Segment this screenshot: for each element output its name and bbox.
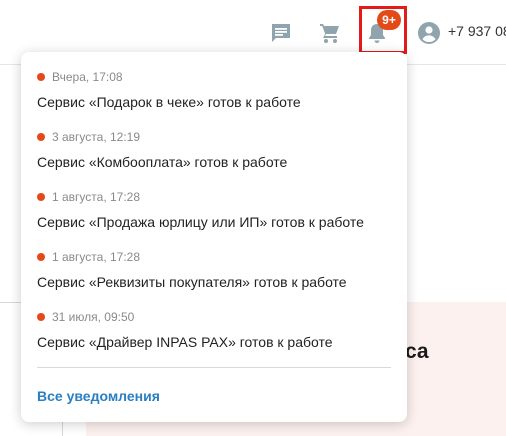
phone-number[interactable]: +7 937 08 — [448, 23, 506, 39]
divider — [0, 302, 22, 303]
notification-message: Сервис «Драйвер INPAS PAX» готов к работ… — [37, 334, 333, 350]
all-notifications-link[interactable]: Все уведомления — [37, 388, 160, 404]
background-card-title: са — [405, 340, 429, 363]
notification-count-badge: 9+ — [377, 10, 401, 30]
notifications-popup: Вчера, 17:08 Сервис «Подарок в чеке» гот… — [21, 52, 407, 422]
notification-item[interactable]: Вчера, 17:08 Сервис «Подарок в чеке» гот… — [37, 70, 397, 110]
notification-message: Сервис «Продажа юрлицу или ИП» готов к р… — [37, 214, 364, 230]
notification-message: Сервис «Комбооплата» готов к работе — [37, 154, 288, 170]
notification-time: 31 июля, 09:50 — [52, 310, 135, 324]
notification-message: Сервис «Реквизиты покупателя» готов к ра… — [37, 274, 347, 290]
notification-time: 1 августа, 17:28 — [52, 250, 141, 264]
unread-dot-icon — [37, 193, 45, 201]
notification-time: Вчера, 17:08 — [52, 70, 123, 84]
unread-dot-icon — [37, 253, 45, 261]
unread-dot-icon — [37, 313, 45, 321]
notification-time: 3 августа, 12:19 — [52, 130, 141, 144]
unread-dot-icon — [37, 73, 45, 81]
notification-item[interactable]: 31 июля, 09:50 Сервис «Драйвер INPAS PAX… — [37, 310, 397, 350]
user-icon[interactable] — [417, 21, 441, 45]
notification-time: 1 августа, 17:28 — [52, 190, 141, 204]
notification-item[interactable]: 1 августа, 17:28 Сервис «Реквизиты покуп… — [37, 250, 397, 290]
notification-message: Сервис «Подарок в чеке» готов к работе — [37, 94, 301, 110]
chat-icon[interactable] — [269, 21, 293, 45]
notification-item[interactable]: 1 августа, 17:28 Сервис «Продажа юрлицу … — [37, 190, 397, 230]
unread-dot-icon — [37, 133, 45, 141]
divider — [37, 367, 391, 368]
notification-item[interactable]: 3 августа, 12:19 Сервис «Комбооплата» го… — [37, 130, 397, 170]
cart-icon[interactable] — [318, 21, 342, 45]
